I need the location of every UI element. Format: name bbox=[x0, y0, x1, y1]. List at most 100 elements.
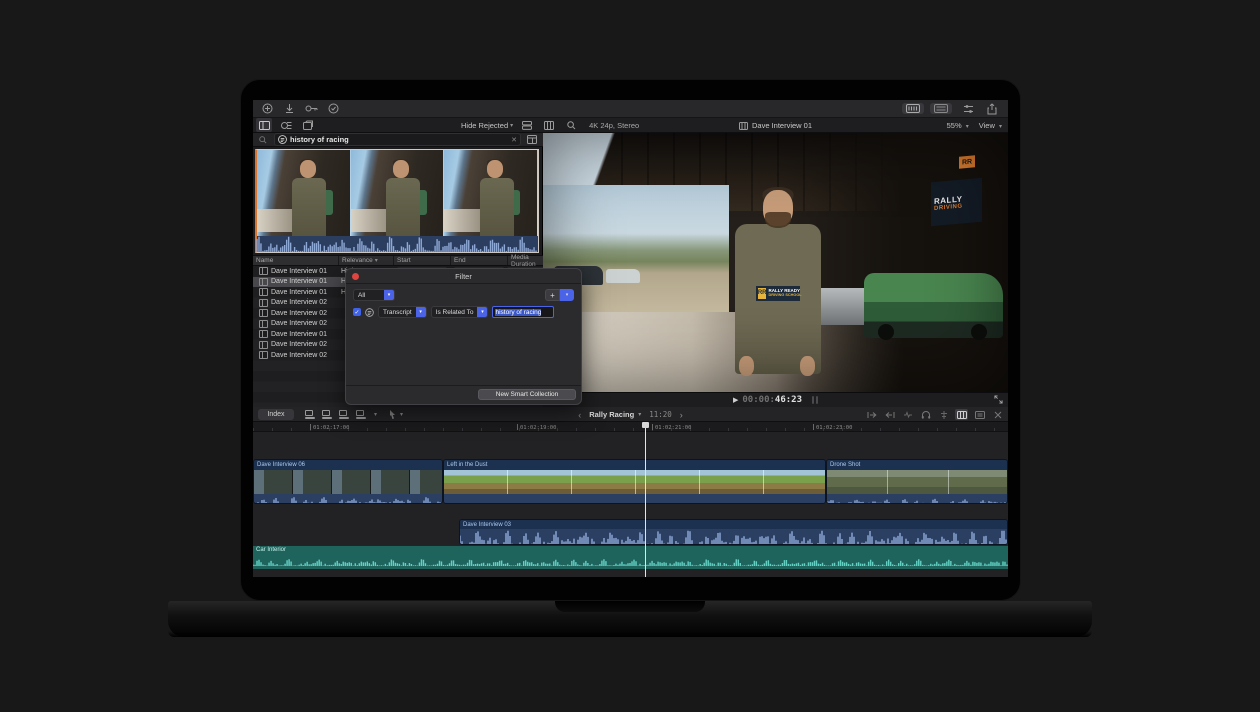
add-rule-menu-icon[interactable]: ▾ bbox=[560, 289, 574, 301]
sidebar-toggle-icon[interactable] bbox=[256, 118, 272, 132]
clip-icon bbox=[259, 320, 268, 328]
video-thumbnail bbox=[351, 150, 445, 236]
viewer-title-bar: Dave Interview 01 bbox=[543, 118, 1008, 133]
append-edit-icon[interactable] bbox=[338, 409, 350, 419]
keyword-icon[interactable] bbox=[303, 102, 319, 116]
rule-type-popup[interactable]: Transcript ▾ bbox=[378, 306, 427, 318]
col-header-duration[interactable]: Media Duration bbox=[507, 256, 543, 265]
edit-buttons: ▾ bbox=[304, 409, 377, 419]
filter-dialog-titlebar[interactable]: Filter bbox=[346, 269, 581, 284]
snapping-icon[interactable] bbox=[991, 409, 1004, 420]
back-icon[interactable]: ‹ bbox=[578, 410, 581, 420]
laptop-base bbox=[168, 601, 1092, 637]
project-name-menu[interactable]: Rally Racing▾ bbox=[589, 410, 641, 419]
search-input[interactable]: history of racing ✕ bbox=[274, 133, 521, 146]
ruler-timecode: 01:02:21:00 bbox=[652, 424, 691, 431]
timeline-ruler[interactable]: 01:02:17:00 01:02:19:00 01:02:21:00 01:0… bbox=[253, 422, 1008, 432]
ruler-timecode: 01:02:19:00 bbox=[517, 424, 556, 431]
hide-rejected-filter[interactable]: Hide Rejected bbox=[461, 121, 508, 130]
col-header-end[interactable]: End bbox=[450, 256, 507, 265]
viewer-zoom-control[interactable]: 55% ▾ bbox=[947, 121, 969, 130]
viewer-clip-title: Dave Interview 01 bbox=[752, 121, 812, 130]
clear-search-icon[interactable]: ✕ bbox=[511, 136, 517, 144]
download-media-icon[interactable] bbox=[281, 102, 297, 116]
appearance-icon[interactable] bbox=[524, 133, 540, 147]
play-icon[interactable]: ▶ bbox=[733, 396, 738, 404]
chevron-down-icon: ▾ bbox=[384, 290, 394, 300]
transcript-icon bbox=[365, 308, 374, 317]
clip-icon bbox=[259, 351, 268, 359]
chevron-down-icon: ▾ bbox=[966, 124, 969, 130]
viewer-view-menu[interactable]: View ▾ bbox=[979, 121, 1002, 130]
timeline-view-toggle-icon[interactable] bbox=[930, 103, 952, 114]
viewer-control-bar: ▾ ▶ 00:00:46:23 bbox=[543, 392, 1008, 407]
close-icon[interactable] bbox=[352, 273, 359, 280]
search-value: history of racing bbox=[290, 135, 349, 144]
index-button[interactable]: Index bbox=[258, 409, 294, 420]
search-result-filmstrip[interactable] bbox=[255, 149, 539, 253]
clip-group-icon[interactable] bbox=[519, 118, 535, 132]
forward-icon[interactable]: › bbox=[680, 410, 683, 420]
chevron-down-icon: ▾ bbox=[999, 124, 1002, 130]
solo-headphones-icon[interactable] bbox=[919, 409, 932, 420]
trim-start-icon[interactable] bbox=[865, 409, 878, 420]
search-row: history of racing ✕ bbox=[253, 133, 543, 147]
timeline-view-buttons bbox=[865, 407, 1004, 422]
lid-notch bbox=[555, 601, 705, 612]
insert-edit-icon[interactable] bbox=[321, 409, 333, 419]
project-switcher: ‹ Rally Racing▾ 11:20 › bbox=[538, 407, 723, 422]
clip-icon bbox=[259, 278, 268, 286]
timeline-panel: Index ▾ ▾ ‹ Rally Racing▾ bbox=[253, 407, 1008, 577]
timeline-clip-dave-interview-03[interactable]: Dave Interview 03 bbox=[459, 519, 1008, 545]
project-duration: 11:20 bbox=[649, 410, 672, 419]
filter-rule-row: ✓ Transcript ▾ Is Related To ▾ history o… bbox=[353, 306, 554, 318]
skimming-icon[interactable] bbox=[937, 409, 950, 420]
rule-operator-popup[interactable]: Is Related To ▾ bbox=[431, 306, 489, 318]
timeline-clip-drone-shot[interactable]: Drone Shot bbox=[826, 459, 1008, 504]
current-timecode: 00:00:46:23 bbox=[742, 395, 802, 405]
timeline-clip-car-interior[interactable]: Car Interior bbox=[253, 545, 1008, 569]
new-smart-collection-button[interactable]: New Smart Collection bbox=[478, 389, 576, 400]
search-icon bbox=[255, 133, 271, 147]
rule-enabled-checkbox[interactable]: ✓ bbox=[353, 308, 361, 316]
rule-value-input[interactable]: history of racing bbox=[492, 306, 554, 318]
chevron-down-icon[interactable]: ▾ bbox=[374, 411, 377, 418]
audio-meters[interactable] bbox=[812, 396, 818, 404]
timeline-toolbar: Index ▾ ▾ ‹ Rally Racing▾ bbox=[253, 407, 1008, 422]
clip-icon bbox=[259, 299, 268, 307]
clip-appearance-icon[interactable] bbox=[955, 409, 968, 420]
tool-selector[interactable]: ▾ bbox=[389, 410, 403, 419]
playhead-handle[interactable] bbox=[642, 422, 649, 428]
col-header-start[interactable]: Start bbox=[393, 256, 450, 265]
filmstrip-audio-waveform bbox=[257, 236, 538, 252]
titles-generators-icon[interactable] bbox=[300, 118, 316, 132]
match-popup[interactable]: All ▾ bbox=[353, 289, 395, 301]
add-rule-button[interactable]: + bbox=[545, 289, 560, 301]
inspector-sliders-icon[interactable] bbox=[960, 102, 976, 116]
ruler-timecode: 01:02:23:00 bbox=[813, 424, 852, 431]
ruler-timecode: 01:02:17:00 bbox=[310, 424, 349, 431]
share-icon[interactable] bbox=[984, 102, 1000, 116]
index-list-icon[interactable] bbox=[973, 409, 986, 420]
trim-end-icon[interactable] bbox=[883, 409, 896, 420]
playhead[interactable] bbox=[645, 422, 646, 577]
import-icon[interactable] bbox=[259, 102, 275, 116]
overwrite-edit-icon[interactable] bbox=[355, 409, 367, 419]
laptop-lid: Hide Rejected ▾ 4K 24p, Stereo Dave bbox=[240, 79, 1021, 601]
audio-skimming-icon[interactable] bbox=[901, 409, 914, 420]
timeline-clip-left-in-the-dust[interactable]: Left in the Dust bbox=[443, 459, 826, 504]
filter-dialog-title: Filter bbox=[455, 272, 472, 281]
filter-dialog: Filter All ▾ + ▾ ✓ Transcript ▾ bbox=[345, 268, 582, 405]
timeline-clip-dave-interview-06[interactable]: Dave Interview 06 bbox=[253, 459, 443, 504]
browser-view-toggle-icon[interactable] bbox=[902, 103, 924, 114]
favorite-check-icon[interactable] bbox=[325, 102, 341, 116]
connect-edit-icon[interactable] bbox=[304, 409, 316, 419]
viewer-panel: RR RALLY DRIVING RR RALLY READYDRIVING S… bbox=[543, 133, 1008, 407]
clip-icon bbox=[739, 122, 748, 130]
video-frame[interactable]: RR RALLY DRIVING RR RALLY READYDRIVING S… bbox=[543, 133, 1008, 392]
col-header-name[interactable]: Name bbox=[253, 256, 338, 265]
photos-audio-icon[interactable] bbox=[278, 118, 294, 132]
rule-value-text: history of racing bbox=[495, 309, 541, 316]
chevron-down-icon: ▾ bbox=[510, 122, 513, 129]
col-header-relevance[interactable]: Relevance▾ bbox=[338, 256, 393, 265]
